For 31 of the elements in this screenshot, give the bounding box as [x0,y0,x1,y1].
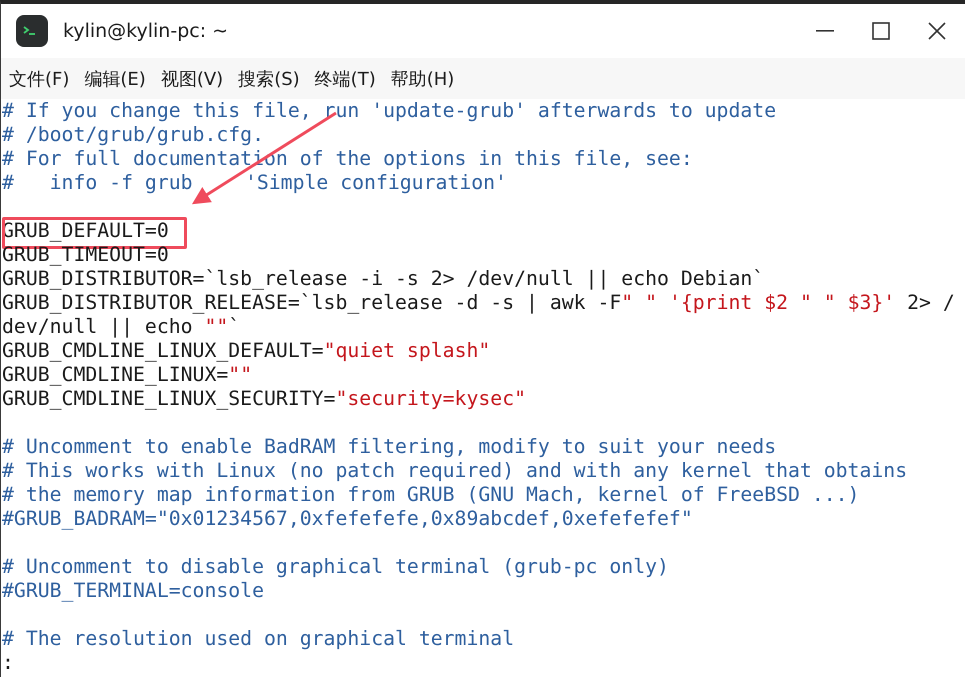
terminal-app-icon [15,14,49,48]
code-line: dev/null || echo ""` [2,315,240,338]
menu-item[interactable]: 视图(V) [160,66,224,90]
code-line: GRUB_DISTRIBUTOR=`lsb_release -i -s 2> /dev/null || echo Debian` [2,267,764,290]
code-line: # Uncomment to disable graphical terminal (grub-pc only) [2,555,669,578]
code-line: # /boot/grub/grub.cfg. [2,123,264,146]
maximize-icon [872,22,890,40]
menu-item[interactable]: 终端(T) [314,66,376,90]
code-line: GRUB_DEFAULT=0 [2,219,169,242]
code-line: GRUB_CMDLINE_LINUX="" [2,363,252,386]
code-text: # info -f grub [2,171,193,194]
menu-item[interactable]: 文件(F) [9,66,70,90]
menu-item[interactable]: 帮助(H) [390,66,454,90]
code-line: GRUB_CMDLINE_LINUX_SECURITY="security=kysec" [2,387,526,410]
code-line: GRUB_TIMEOUT=0 [2,243,169,266]
code-line: # the memory map information from GRUB (GNU Mach, kernel of FreeBSD ...) [2,483,860,506]
code-line: GRUB_DISTRIBUTOR_RELEASE=`lsb_release -d -s | awk -F" " '{print $2 " " $3}' 2> / [2,291,955,314]
code-line: GRUB_CMDLINE_LINUX_DEFAULT="quiet splash" [2,339,490,362]
code-line: # The resolution used on graphical terminal [2,627,514,650]
close-icon [928,22,946,40]
code-line: #GRUB_BADRAM="0x01234567,0xfefefefe,0x89abcdef,0xefefefef" [2,507,693,530]
pager-prompt: : [2,651,14,674]
menu-item[interactable]: 编辑(E) [84,66,146,90]
code-line: # This works with Linux (no patch required) and with any kernel that obtains [2,459,908,482]
menu-item[interactable]: 搜索(S) [238,66,300,90]
minimize-icon [816,30,834,32]
code-text: 'Simple configuration' [244,171,507,194]
code-line: # If you change this file, run 'update-grub' afterwards to update [2,99,776,122]
window-title: kylin@kylin-pc: ~ [63,20,230,42]
code-line: # Uncomment to enable BadRAM filtering, modify to suit your needs [2,435,776,458]
code-line: #GRUB_TERMINAL=console [2,579,264,602]
